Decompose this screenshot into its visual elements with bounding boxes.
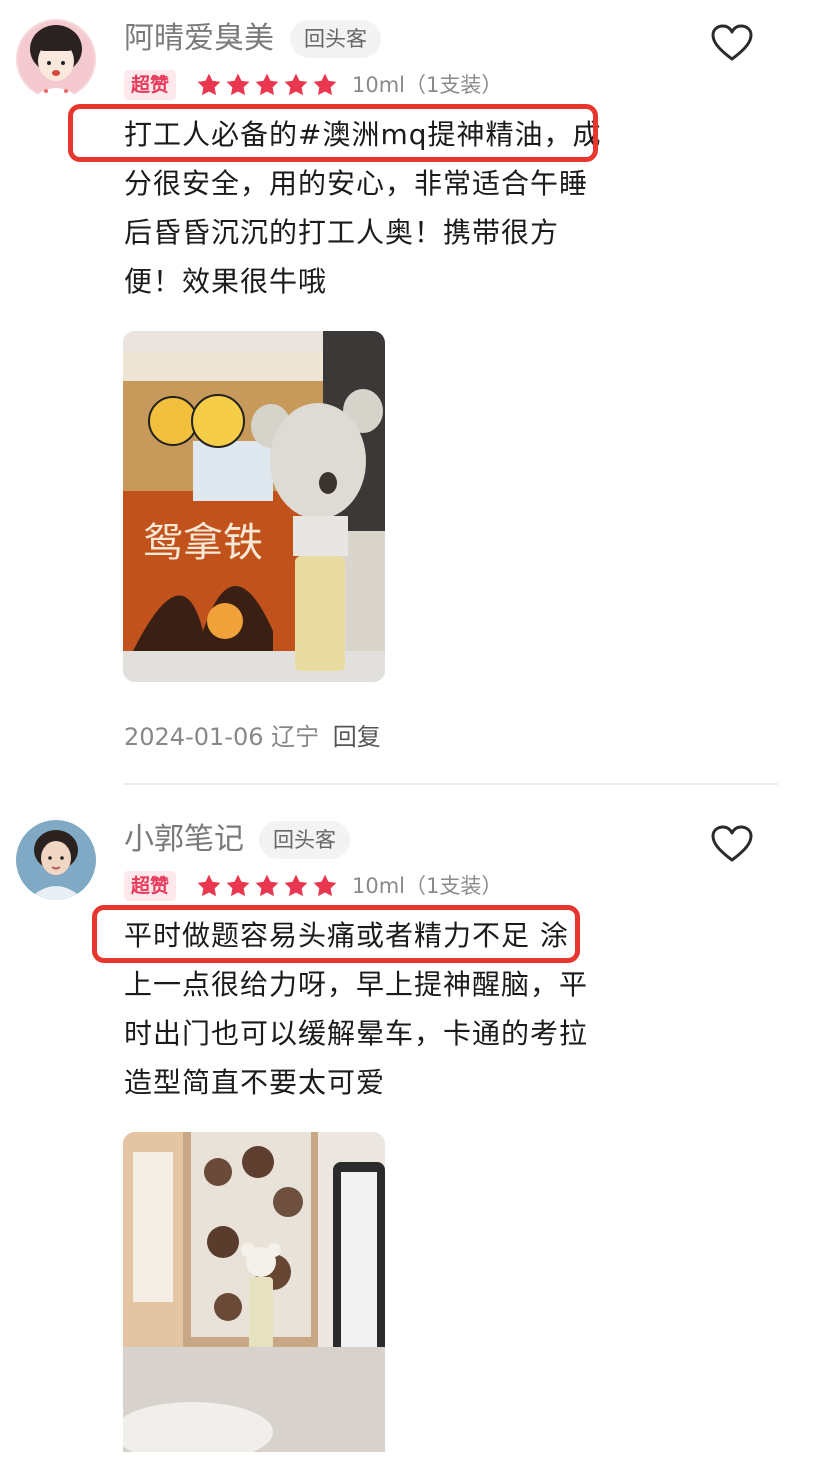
username[interactable]: 小郭笔记	[124, 820, 244, 860]
review-location: 辽宁	[271, 723, 320, 751]
rating-badge: 超赞	[124, 871, 177, 901]
product-spec: 10ml（1支装）	[352, 73, 503, 97]
highlight-box	[92, 905, 580, 963]
review-date: 2024-01-06	[124, 723, 264, 751]
like-heart-icon[interactable]	[711, 24, 753, 62]
review-card: 小郭笔记 回头客 超赞 10ml（1支装） 平时做题容易头痛或者精力不足 涂 上…	[0, 790, 830, 1462]
star-icon	[284, 874, 308, 897]
star-icon	[284, 73, 308, 96]
svg-text:鸳拿铁: 鸳拿铁	[143, 520, 263, 566]
star-icon	[313, 73, 337, 96]
review-photo[interactable]	[123, 1132, 385, 1452]
review-meta: 2024-01-06 辽宁 回复	[124, 720, 381, 754]
star-icon	[226, 73, 250, 96]
star-rating	[196, 72, 338, 100]
review-photo[interactable]: 鸳拿铁	[123, 331, 385, 682]
review-line: 后昏昏沉沉的打工人奥！携带很方	[124, 216, 560, 249]
review-line: 造型简直不要太可爱	[124, 1066, 386, 1099]
return-customer-badge: 回头客	[290, 20, 381, 58]
review-card: 阿晴爱臭美 回头客 超赞 10ml（1支装） 打工人必备的#澳洲mq提神精油，成…	[0, 0, 830, 790]
star-icon	[255, 73, 279, 96]
username[interactable]: 阿晴爱臭美	[124, 19, 274, 59]
star-icon	[197, 73, 221, 96]
product-spec: 10ml（1支装）	[352, 874, 503, 898]
reply-button[interactable]: 回复	[333, 723, 381, 751]
star-icon	[255, 874, 279, 897]
avatar[interactable]	[16, 19, 96, 99]
star-rating	[196, 873, 338, 901]
star-icon	[197, 874, 221, 897]
divider	[124, 783, 778, 785]
review-line: 时出门也可以缓解晕车，卡通的考拉	[124, 1017, 589, 1050]
review-line: 上一点很给力呀，早上提神醒脑，平	[124, 968, 589, 1001]
like-heart-icon[interactable]	[711, 825, 753, 863]
highlight-box	[68, 104, 598, 162]
review-line: 分很安全，用的安心，非常适合午睡	[124, 167, 589, 200]
review-line: 便！效果很牛哦	[124, 265, 328, 298]
star-icon	[313, 874, 337, 897]
rating-badge: 超赞	[124, 70, 177, 100]
avatar[interactable]	[16, 820, 96, 900]
star-icon	[226, 874, 250, 897]
return-customer-badge: 回头客	[259, 821, 350, 859]
